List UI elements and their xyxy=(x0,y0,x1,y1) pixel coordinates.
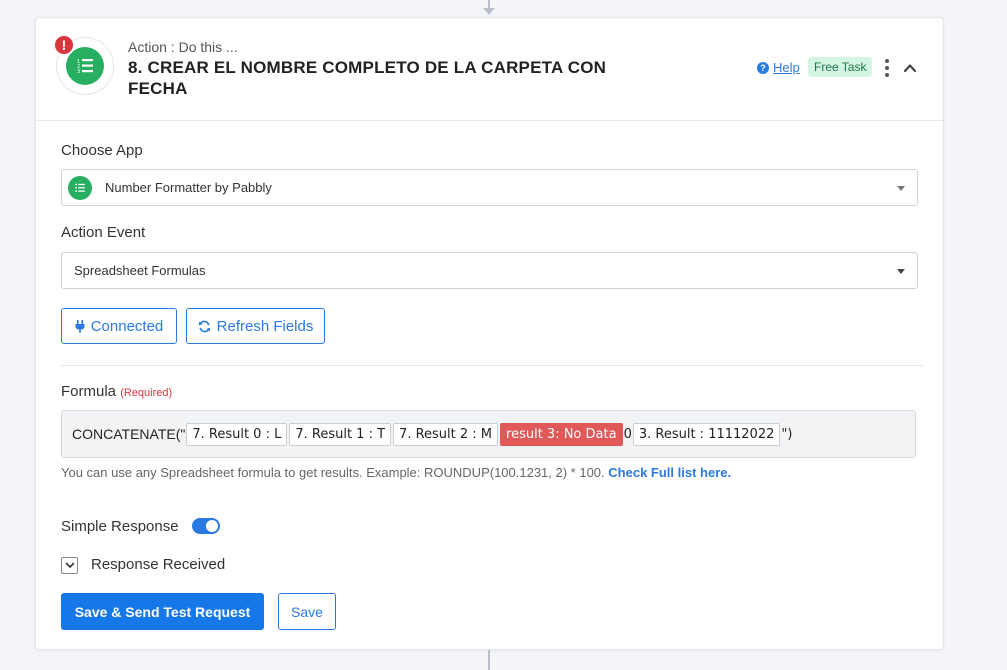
chevron-down-icon xyxy=(65,562,74,568)
alert-icon: ! xyxy=(53,34,75,56)
step-title[interactable]: 8. CREAR EL NOMBRE COMPLETO DE LA CARPET… xyxy=(128,57,638,99)
formula-help-main: You can use any Spreadsheet formula to g… xyxy=(61,465,605,480)
connected-label: Connected xyxy=(90,317,164,335)
svg-text:3: 3 xyxy=(77,69,80,75)
step-subtitle: Action : Do this ... xyxy=(128,39,238,55)
required-marker: (Required) xyxy=(120,387,173,399)
help-label: Help xyxy=(773,60,800,75)
connected-button[interactable]: Connected xyxy=(61,308,177,344)
formula-suffix: ") xyxy=(781,426,793,442)
simple-response-label: Simple Response xyxy=(61,518,179,535)
save-send-test-button[interactable]: Save & Send Test Request xyxy=(61,593,264,630)
formula-token-error[interactable]: result 3: No Data xyxy=(500,422,623,446)
formula-prefix: CONCATENATE(" xyxy=(72,426,186,442)
help-link[interactable]: ? Help xyxy=(757,60,800,75)
caret-down-icon xyxy=(897,186,905,191)
choose-app-select[interactable]: Number Formatter by Pabbly xyxy=(61,169,918,206)
refresh-icon xyxy=(198,320,210,332)
step-header[interactable]: ! 1 2 3 Action : Do this ... 8. CREAR EL… xyxy=(36,18,943,121)
formula-token[interactable]: 3. Result : 11112022 xyxy=(632,422,781,446)
toggle-knob xyxy=(206,520,218,532)
formula-label-text: Formula xyxy=(61,383,117,400)
formula-token[interactable]: 7. Result 1 : T xyxy=(289,422,392,446)
flow-arrow-icon xyxy=(483,8,495,15)
action-event-label: Action Event xyxy=(61,224,146,241)
chevron-up-icon[interactable] xyxy=(902,60,918,76)
formula-label: Formula (Required) xyxy=(61,383,172,400)
response-received-toggle[interactable] xyxy=(61,557,78,574)
formula-input[interactable]: CONCATENATE(" 7. Result 0 : L 7. Result … xyxy=(61,410,916,458)
action-event-value: Spreadsheet Formulas xyxy=(74,263,206,278)
number-formatter-icon xyxy=(68,175,92,200)
action-step-card: ! 1 2 3 Action : Do this ... 8. CREAR EL… xyxy=(35,17,944,650)
flow-connector-bottom xyxy=(488,650,490,670)
section-divider xyxy=(61,365,923,366)
plug-icon xyxy=(75,319,85,333)
formula-help-text: You can use any Spreadsheet formula to g… xyxy=(61,465,731,480)
formula-token[interactable]: 7. Result 2 : M xyxy=(393,422,499,446)
refresh-fields-label: Refresh Fields xyxy=(216,317,314,335)
response-received-label: Response Received xyxy=(91,556,226,573)
full-list-link[interactable]: Check Full list here. xyxy=(608,465,731,480)
simple-response-toggle[interactable] xyxy=(192,518,220,534)
free-task-badge: Free Task xyxy=(808,57,873,77)
save-button[interactable]: Save xyxy=(278,593,336,630)
choose-app-label: Choose App xyxy=(61,142,143,159)
action-event-select[interactable]: Spreadsheet Formulas xyxy=(61,252,918,289)
formula-token[interactable]: 7. Result 0 : L xyxy=(186,422,288,446)
refresh-fields-button[interactable]: Refresh Fields xyxy=(186,308,325,344)
formula-separator: 0 xyxy=(623,426,632,442)
more-vertical-icon[interactable] xyxy=(882,59,892,77)
choose-app-value: Number Formatter by Pabbly xyxy=(105,180,272,195)
help-circle-icon: ? xyxy=(757,61,769,74)
caret-down-icon xyxy=(897,269,905,274)
